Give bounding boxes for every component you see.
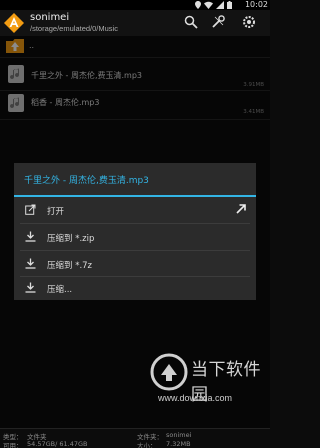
menu-item-compress-zip[interactable]: 压缩到 *.zip xyxy=(14,224,256,250)
folder-info-panel: 类型： 文件夹 可用： 54.57GB/ 61.47GB 文件夹： sonime… xyxy=(0,428,270,448)
battery-icon xyxy=(227,1,232,9)
available-label: 可用： xyxy=(3,442,23,448)
folder-value: sonimei xyxy=(166,431,192,439)
app-logo-icon[interactable] xyxy=(3,12,25,34)
search-icon[interactable] xyxy=(184,15,198,29)
status-time: 10:02 xyxy=(244,0,268,9)
open-external-icon[interactable] xyxy=(236,204,246,214)
context-dialog: 千里之外 - 周杰伦,费玉清.mp3 打开 压缩到 *.zip 压缩到 *.7z xyxy=(14,163,256,300)
menu-item-open[interactable]: 打开 xyxy=(14,197,256,223)
current-path: /storage/emulated/0/Music xyxy=(30,24,118,33)
open-file-icon xyxy=(25,204,36,215)
signal-icon xyxy=(216,1,224,9)
status-icons xyxy=(195,1,232,9)
menu-item-label: 压缩到 *.7z xyxy=(47,261,93,271)
menu-item-compress-7z[interactable]: 压缩到 *.7z xyxy=(14,251,256,277)
watermark-url: www.downxia.com xyxy=(158,393,233,403)
menu-item-label: 打开 xyxy=(47,207,65,217)
menu-item-compress[interactable]: 压缩... xyxy=(14,275,256,300)
download-icon xyxy=(25,231,36,242)
download-icon xyxy=(25,282,36,293)
status-bar: 10:02 xyxy=(0,0,270,10)
tools-icon[interactable] xyxy=(211,15,225,29)
size-label: 大小： xyxy=(137,442,157,448)
menu-item-label: 压缩... xyxy=(47,285,73,295)
app-title: sonimei xyxy=(30,12,70,23)
watermark-logo-icon xyxy=(150,353,188,391)
dialog-title: 千里之外 - 周杰伦,费玉清.mp3 xyxy=(24,176,149,186)
menu-item-label: 压缩到 *.zip xyxy=(47,234,95,244)
wifi-icon xyxy=(204,1,213,9)
available-value: 54.57GB/ 61.47GB xyxy=(27,440,88,448)
size-value: 7.32MB xyxy=(166,440,191,448)
app-bar: sonimei /storage/emulated/0/Music xyxy=(0,10,270,36)
download-icon xyxy=(25,258,36,269)
settings-icon[interactable] xyxy=(242,15,256,29)
location-icon xyxy=(195,1,201,9)
